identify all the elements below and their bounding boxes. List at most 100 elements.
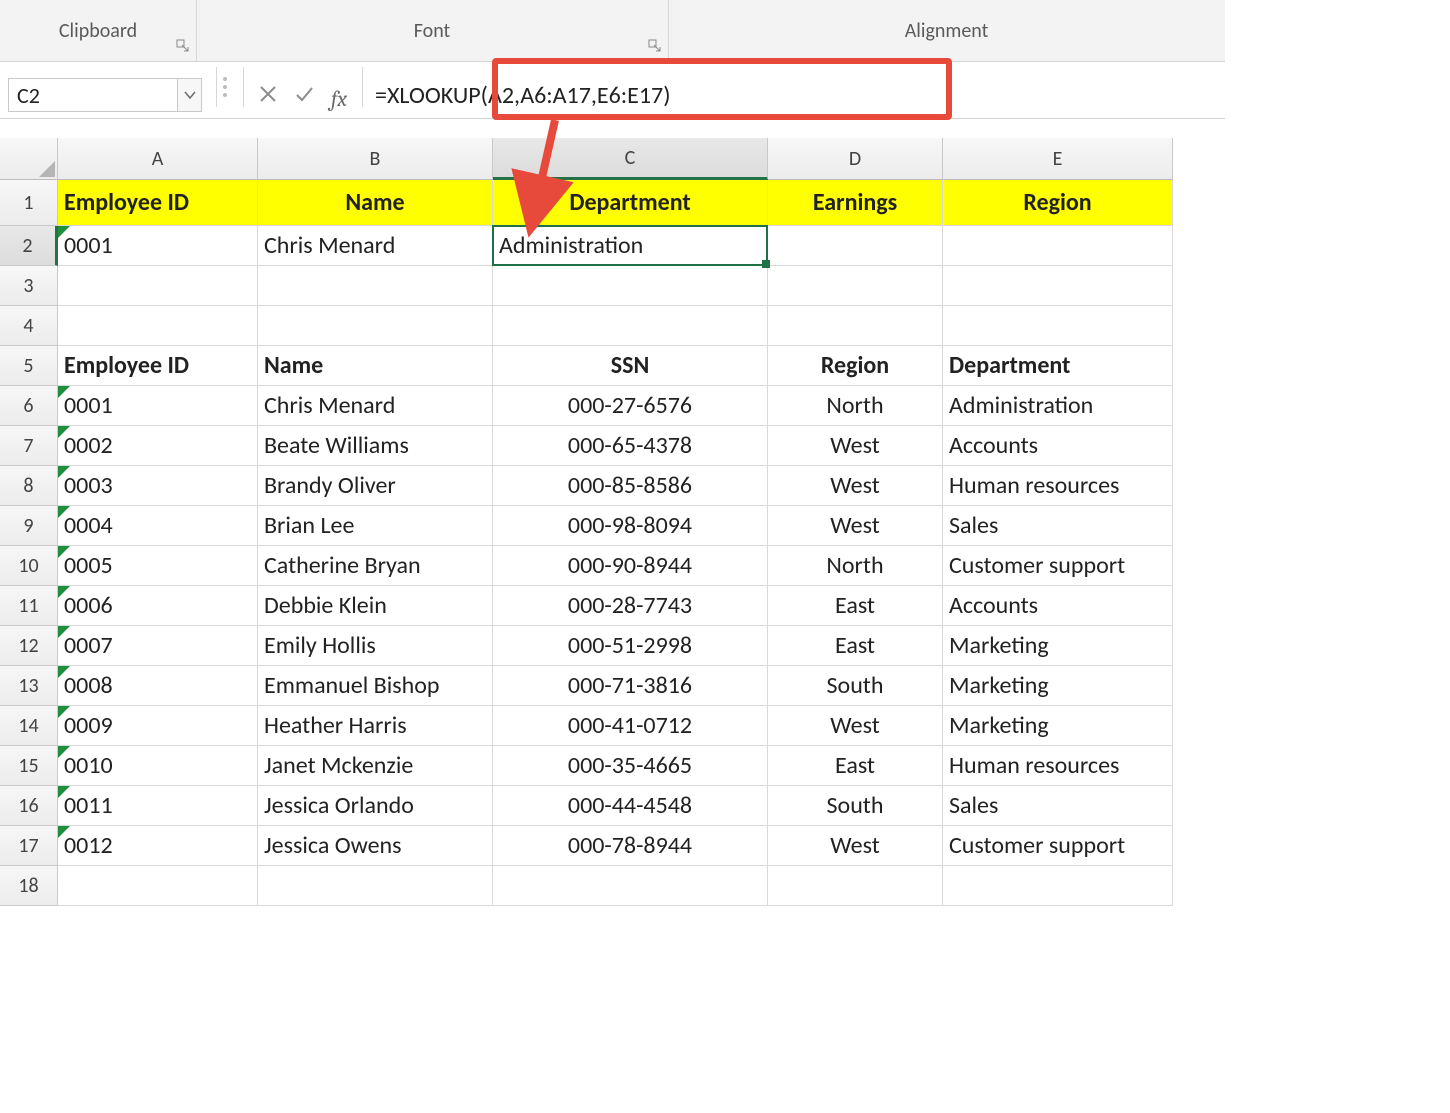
cell-E16[interactable]: Sales (943, 786, 1173, 826)
cell-B17[interactable]: Jessica Owens (258, 826, 493, 866)
cell-B11[interactable]: Debbie Klein (258, 586, 493, 626)
row-header-3[interactable]: 3 (0, 266, 58, 306)
cell-A14[interactable]: 0009 (58, 706, 258, 746)
cell-D17[interactable]: West (768, 826, 943, 866)
cell-D8[interactable]: West (768, 466, 943, 506)
row-header-11[interactable]: 11 (0, 586, 58, 626)
row-header-1[interactable]: 1 (0, 180, 58, 226)
column-header-A[interactable]: A (58, 138, 258, 180)
cell-B1[interactable]: Name (258, 180, 493, 226)
row-header-6[interactable]: 6 (0, 386, 58, 426)
cell-C4[interactable] (493, 306, 768, 346)
row-header-9[interactable]: 9 (0, 506, 58, 546)
cell-E5[interactable]: Department (943, 346, 1173, 386)
cell-B10[interactable]: Catherine Bryan (258, 546, 493, 586)
cell-B16[interactable]: Jessica Orlando (258, 786, 493, 826)
cell-D2[interactable] (768, 226, 943, 266)
cell-A8[interactable]: 0003 (58, 466, 258, 506)
row-header-10[interactable]: 10 (0, 546, 58, 586)
cell-C15[interactable]: 000-35-4665 (493, 746, 768, 786)
cell-E12[interactable]: Marketing (943, 626, 1173, 666)
cell-B18[interactable] (258, 866, 493, 906)
cell-B6[interactable]: Chris Menard (258, 386, 493, 426)
cell-A9[interactable]: 0004 (58, 506, 258, 546)
column-header-E[interactable]: E (943, 138, 1173, 180)
row-header-13[interactable]: 13 (0, 666, 58, 706)
cell-C5[interactable]: SSN (493, 346, 768, 386)
cell-D13[interactable]: South (768, 666, 943, 706)
cell-B9[interactable]: Brian Lee (258, 506, 493, 546)
cell-A4[interactable] (58, 306, 258, 346)
cell-A11[interactable]: 0006 (58, 586, 258, 626)
cell-C1[interactable]: Department (493, 180, 768, 226)
cell-E2[interactable] (943, 226, 1173, 266)
cell-E3[interactable] (943, 266, 1173, 306)
cell-A1[interactable]: Employee ID (58, 180, 258, 226)
cell-E4[interactable] (943, 306, 1173, 346)
cell-B8[interactable]: Brandy Oliver (258, 466, 493, 506)
row-header-17[interactable]: 17 (0, 826, 58, 866)
enter-formula-button[interactable] (286, 76, 322, 112)
row-header-5[interactable]: 5 (0, 346, 58, 386)
cell-C6[interactable]: 000-27-6576 (493, 386, 768, 426)
cell-D6[interactable]: North (768, 386, 943, 426)
cell-B12[interactable]: Emily Hollis (258, 626, 493, 666)
cell-A2[interactable]: 0001 (58, 226, 258, 266)
cell-A5[interactable]: Employee ID (58, 346, 258, 386)
cell-A13[interactable]: 0008 (58, 666, 258, 706)
dialog-launcher-icon[interactable] (176, 39, 190, 53)
cell-C10[interactable]: 000-90-8944 (493, 546, 768, 586)
row-header-2[interactable]: 2 (0, 226, 58, 266)
row-header-8[interactable]: 8 (0, 466, 58, 506)
cell-D10[interactable]: North (768, 546, 943, 586)
cell-A15[interactable]: 0010 (58, 746, 258, 786)
cell-A12[interactable]: 0007 (58, 626, 258, 666)
cell-E13[interactable]: Marketing (943, 666, 1173, 706)
cell-C13[interactable]: 000-71-3816 (493, 666, 768, 706)
cell-D11[interactable]: East (768, 586, 943, 626)
cell-E10[interactable]: Customer support (943, 546, 1173, 586)
column-header-D[interactable]: D (768, 138, 943, 180)
name-box-dropdown[interactable] (178, 78, 202, 112)
cell-C12[interactable]: 000-51-2998 (493, 626, 768, 666)
row-header-14[interactable]: 14 (0, 706, 58, 746)
cell-B5[interactable]: Name (258, 346, 493, 386)
row-header-12[interactable]: 12 (0, 626, 58, 666)
cell-C18[interactable] (493, 866, 768, 906)
name-box[interactable]: C2 (8, 78, 178, 112)
cell-A3[interactable] (58, 266, 258, 306)
cell-D16[interactable]: South (768, 786, 943, 826)
cell-D9[interactable]: West (768, 506, 943, 546)
cell-C14[interactable]: 000-41-0712 (493, 706, 768, 746)
cell-C11[interactable]: 000-28-7743 (493, 586, 768, 626)
cell-C8[interactable]: 000-85-8586 (493, 466, 768, 506)
cell-E11[interactable]: Accounts (943, 586, 1173, 626)
row-header-18[interactable]: 18 (0, 866, 58, 906)
cell-C16[interactable]: 000-44-4548 (493, 786, 768, 826)
cell-B7[interactable]: Beate Williams (258, 426, 493, 466)
cell-A6[interactable]: 0001 (58, 386, 258, 426)
cell-D18[interactable] (768, 866, 943, 906)
column-header-B[interactable]: B (258, 138, 493, 180)
cell-C7[interactable]: 000-65-4378 (493, 426, 768, 466)
cell-D15[interactable]: East (768, 746, 943, 786)
cell-E17[interactable]: Customer support (943, 826, 1173, 866)
column-header-C[interactable]: C (493, 138, 768, 180)
cell-E14[interactable]: Marketing (943, 706, 1173, 746)
row-header-7[interactable]: 7 (0, 426, 58, 466)
row-header-15[interactable]: 15 (0, 746, 58, 786)
cell-A10[interactable]: 0005 (58, 546, 258, 586)
row-header-16[interactable]: 16 (0, 786, 58, 826)
cell-B2[interactable]: Chris Menard (258, 226, 493, 266)
cell-C9[interactable]: 000-98-8094 (493, 506, 768, 546)
cell-E15[interactable]: Human resources (943, 746, 1173, 786)
insert-function-button[interactable]: fx (322, 86, 356, 112)
cell-D12[interactable]: East (768, 626, 943, 666)
dialog-launcher-icon[interactable] (648, 39, 662, 53)
cell-A17[interactable]: 0012 (58, 826, 258, 866)
cell-E9[interactable]: Sales (943, 506, 1173, 546)
cell-D4[interactable] (768, 306, 943, 346)
formula-input[interactable]: =XLOOKUP(A2,A6:A17,E6:E17) (369, 78, 1225, 112)
cell-A7[interactable]: 0002 (58, 426, 258, 466)
cell-E18[interactable] (943, 866, 1173, 906)
